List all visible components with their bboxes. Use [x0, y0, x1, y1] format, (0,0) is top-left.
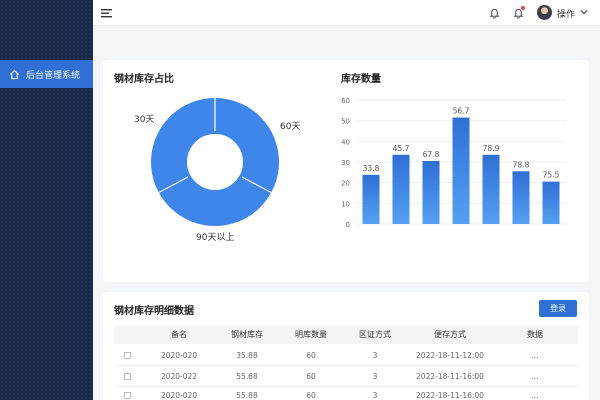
table-cell: 2022-18-11-16:00 [416, 372, 484, 381]
table-row: 2020-020 35.88 60 3 2022-18-11-12:00 ... [114, 346, 578, 366]
menu-icon[interactable] [101, 8, 112, 18]
donut-label-90: 90天以上 [196, 233, 235, 243]
col-header: 区证方式 [359, 330, 391, 339]
bar-data-label: 78.9 [483, 144, 500, 153]
bell-icon[interactable] [489, 7, 500, 19]
chevron-down-icon[interactable] [580, 9, 588, 15]
table-title: 钢材库存明细数据 [114, 306, 194, 317]
bar [482, 154, 500, 224]
row-checkbox[interactable] [124, 392, 131, 399]
bar [422, 160, 440, 224]
table-cell: ... [531, 391, 539, 400]
y-tick-label: 20 [341, 180, 350, 188]
table-cell: 60 [306, 351, 316, 360]
donut-label-60: 60天 [280, 122, 301, 132]
col-header: 备名 [171, 330, 187, 339]
bar-data-label: 33.8 [363, 164, 380, 173]
table-cell: ... [531, 351, 539, 360]
table-cell: 2022-18-11-12:00 [416, 351, 484, 360]
y-tick-label: 10 [341, 200, 350, 208]
donut-label-30: 30天 [134, 115, 155, 125]
table-cell: 2022-18-11-16:00 [416, 391, 484, 400]
bar-data-label: 45.7 [393, 144, 410, 153]
table-row: 2020-020 55.88 60 3 2022-18-11-16:00 ... [114, 386, 578, 400]
sidebar-item-admin-system[interactable]: 后台管理系统 [0, 60, 93, 88]
y-tick-label: 50 [341, 118, 350, 126]
bar-chart: 0 10 20 30 40 50 60 33.8 45.7 67.8 56.7 78.9 78.8 75.… [341, 97, 566, 229]
y-tick-label: 60 [341, 97, 350, 105]
bar-data-label: 67.8 [423, 150, 440, 159]
sidebar: 后台管理系统 [0, 0, 93, 400]
avatar[interactable] [537, 5, 552, 20]
table-cell: 35.88 [236, 351, 258, 360]
donut-chart [151, 97, 279, 226]
row-checkbox[interactable] [124, 373, 131, 380]
table-cell: 55.88 [236, 391, 258, 400]
table-cell: ... [531, 372, 539, 381]
donut-title: 钢材库存占比 [114, 74, 174, 85]
bar [392, 154, 410, 224]
table-cell: 3 [372, 391, 378, 400]
table-header: 备名 钢材库存 明库数量 区证方式 便存方式 数据 [114, 326, 578, 344]
col-header: 便存方式 [434, 330, 466, 339]
user-menu-label[interactable]: 操作 [557, 7, 575, 20]
login-button[interactable]: 登录 [539, 300, 577, 317]
home-icon [9, 69, 20, 79]
bar [542, 181, 560, 224]
table-cell: 2020-020 [160, 351, 198, 360]
y-tick-label: 0 [346, 221, 350, 229]
table-row: 2020-022 55.68 60 3 2022-18-11-16:00 ... [114, 367, 578, 387]
col-header: 数据 [527, 330, 543, 339]
row-checkbox[interactable] [124, 352, 131, 359]
bar [362, 174, 380, 224]
table-cell: 2020-020 [160, 391, 198, 400]
bar-data-label: 75.5 [543, 171, 560, 180]
table-cell: 3 [372, 372, 378, 381]
table-cell: 2020-022 [160, 372, 198, 381]
y-tick-label: 30 [341, 159, 350, 167]
col-header: 钢材库存 [231, 330, 263, 339]
table-cell: 60 [306, 372, 316, 381]
bar [452, 117, 470, 224]
table-cell: 3 [372, 351, 378, 360]
bar-data-label: 56.7 [453, 107, 470, 116]
sidebar-item-label: 后台管理系统 [26, 70, 81, 81]
y-tick-label: 40 [341, 138, 350, 146]
bar-data-label: 78.8 [513, 160, 530, 169]
col-header: 明库数量 [295, 330, 327, 339]
bar-chart-title: 库存数量 [341, 74, 381, 85]
table-cell: 55.68 [236, 372, 258, 381]
notification-badge [521, 6, 525, 10]
bar [512, 171, 530, 224]
top-header: 操作 [93, 0, 600, 26]
table-cell: 60 [306, 391, 316, 400]
